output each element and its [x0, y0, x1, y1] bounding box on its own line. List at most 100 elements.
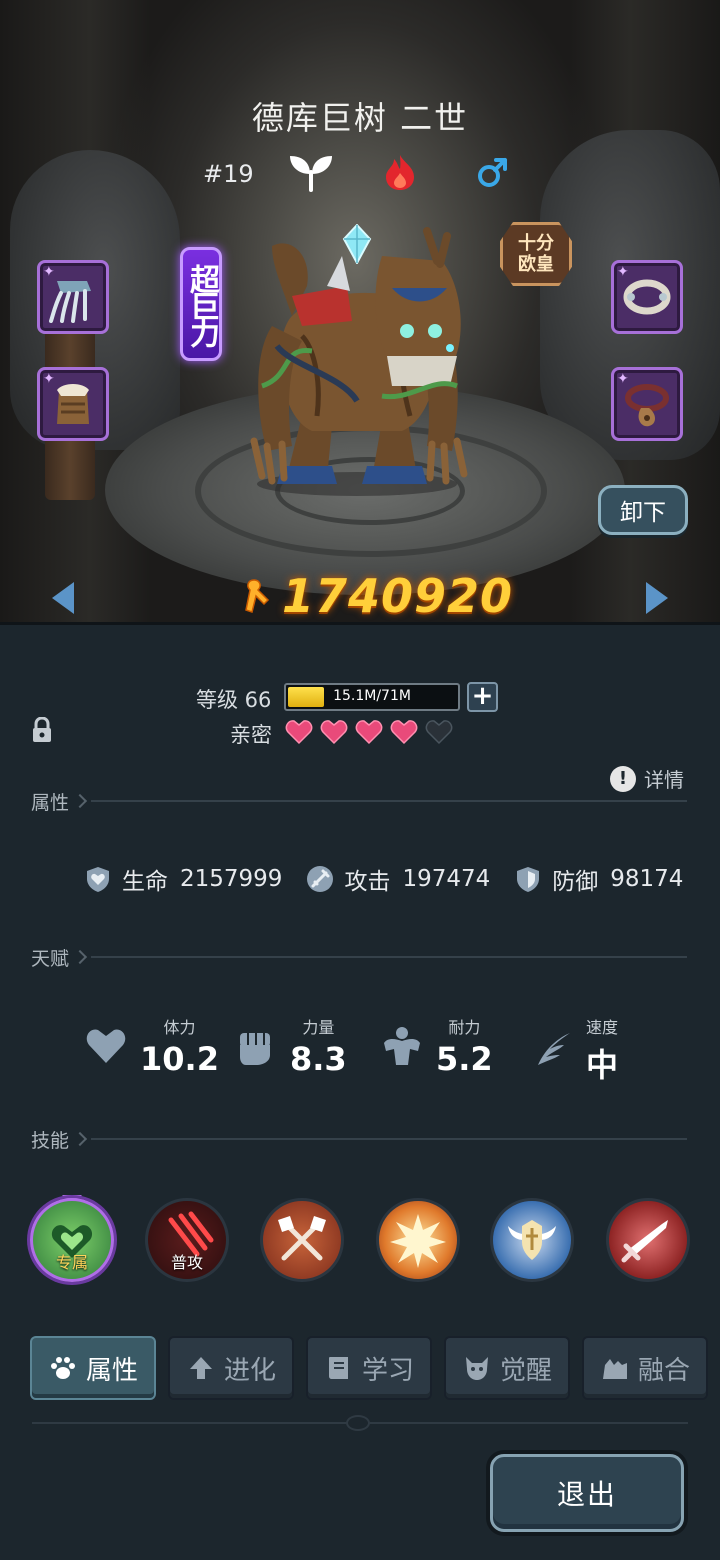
section-attributes-label: 属性 [31, 791, 70, 814]
stats-row: 生命 2157999 攻击 197474 防御 98174 [84, 862, 707, 896]
shield-icon [517, 867, 540, 892]
monster-name: 德库巨树 二世 [251, 99, 469, 137]
tab-learn-label: 学习 [361, 1355, 414, 1386]
fusion-icon [602, 1359, 627, 1379]
stat-defense-name: 防御 [552, 869, 599, 895]
luck-badge[interactable]: 十分欧皇 [500, 222, 572, 286]
talent-stamina-value: 10.2 [140, 1040, 219, 1078]
tab-evolve[interactable]: 进化 [170, 1338, 292, 1398]
winged-shield-icon [508, 1220, 556, 1260]
tab-fusion[interactable]: 融合 [584, 1338, 706, 1398]
section-divider [91, 1138, 687, 1140]
exp-text: 15.1M/71M [333, 688, 411, 704]
intimacy-label: 亲密 [230, 723, 272, 747]
section-skills-label: 技能 [31, 1129, 70, 1152]
monster-number: #19 [203, 160, 254, 188]
heart-icon [86, 1029, 126, 1063]
divider-ornament [346, 1415, 370, 1431]
tab-awaken-label: 觉醒 [499, 1355, 552, 1386]
skill-normal-attack-tag: 普攻 [170, 1253, 203, 1272]
crossed-axes-icon [278, 1216, 326, 1261]
skill-6[interactable] [606, 1198, 690, 1282]
talent-endurance-name: 耐力 [448, 1018, 481, 1037]
trait-badge[interactable]: 超巨力 [180, 247, 222, 361]
tab-learn[interactable]: 学习 [308, 1338, 430, 1398]
skill-3[interactable] [260, 1198, 344, 1282]
beast-head-icon [465, 1357, 488, 1380]
arrow-up-icon [189, 1357, 212, 1379]
skill-normal-attack[interactable]: 普攻 [145, 1198, 229, 1282]
luck-badge-text: 十分欧皇 [518, 233, 554, 275]
sparkle-icon: ✦ [43, 371, 55, 387]
talent-stamina-name: 体力 [163, 1018, 196, 1037]
talent-speed: 速度 中 [530, 1014, 618, 1086]
talent-endurance: 耐力 5.2 [380, 1014, 493, 1078]
exp-bar: 15.1M/71M [284, 683, 460, 711]
talent-strength-name: 力量 [302, 1018, 335, 1037]
level-label: 等级 66 [196, 688, 272, 712]
section-divider [91, 956, 687, 958]
talent-speed-value: 中 [586, 1046, 619, 1084]
leaf-icon[interactable] [288, 152, 334, 192]
combat-power: 1740920 [242, 566, 513, 626]
exit-button[interactable]: 退出 [490, 1454, 684, 1532]
section-talent-label: 天赋 [31, 947, 70, 970]
sparkle-icon: ✦ [43, 264, 55, 280]
section-talent: 天赋 [31, 942, 687, 972]
heart-filled-icon [390, 720, 418, 745]
fire-icon[interactable] [384, 153, 416, 191]
equipment-slot-armor[interactable]: ✦ [37, 367, 109, 441]
tab-evolve-label: 进化 [223, 1355, 276, 1386]
section-skills: 技能 [31, 1124, 687, 1154]
section-divider [91, 800, 687, 802]
section-attributes: 属性 [31, 786, 687, 816]
book-icon [328, 1357, 348, 1379]
equipment-slot-claw[interactable]: ✦ [37, 260, 109, 334]
skill-4[interactable] [376, 1198, 460, 1282]
fist-icon [240, 1033, 270, 1065]
stat-attack-value: 197474 [402, 866, 491, 892]
heart-shield-icon [87, 867, 109, 892]
heart-filled-icon [355, 720, 383, 745]
tab-fusion-label: 融合 [637, 1355, 690, 1386]
intimacy-hearts [285, 719, 453, 745]
skill-exclusive-tag: 专属 [55, 1253, 88, 1272]
muscle-icon [384, 1027, 420, 1065]
stat-hp: 生命 2157999 [84, 862, 282, 896]
skill-exclusive[interactable]: 专属 [30, 1198, 114, 1282]
sparkle-icon: ✦ [617, 264, 629, 280]
heart-filled-icon [285, 720, 313, 745]
chevron-right-icon [72, 793, 88, 809]
talent-endurance-value: 5.2 [436, 1040, 493, 1078]
explosion-icon [390, 1214, 446, 1268]
equipment-slot-necklace[interactable]: ✦ [611, 367, 683, 441]
bottom-tabs: 属性 进化 学习 觉醒 融合 [32, 1338, 706, 1398]
lock-icon[interactable] [31, 717, 53, 743]
talent-strength: 力量 8.3 [234, 1014, 347, 1078]
talent-strength-value: 8.3 [290, 1040, 347, 1078]
sparkle-icon: ✦ [617, 371, 629, 387]
sword-strike-icon [621, 1220, 668, 1263]
talent-stamina: 体力 10.2 [84, 1014, 219, 1078]
stat-defense: 防御 98174 [514, 862, 683, 896]
stat-attack-name: 攻击 [344, 869, 391, 895]
next-monster-arrow[interactable] [646, 582, 668, 614]
combat-power-value: 1740920 [282, 569, 514, 623]
level-up-button[interactable]: + [467, 682, 498, 712]
equipment-slot-collar[interactable]: ✦ [611, 260, 683, 334]
tab-awaken[interactable]: 觉醒 [446, 1338, 568, 1398]
unequip-button[interactable]: 卸下 [598, 485, 688, 535]
wing-icon [538, 1033, 570, 1065]
skill-5[interactable] [490, 1198, 574, 1282]
tree-monster-sprite[interactable] [232, 226, 482, 498]
sword-icon [307, 866, 334, 892]
stat-hp-name: 生命 [122, 869, 168, 895]
tab-attributes-label: 属性 [85, 1355, 138, 1386]
stat-attack: 攻击 197474 [306, 862, 490, 896]
tab-attributes[interactable]: 属性 [32, 1338, 154, 1398]
previous-monster-arrow[interactable] [52, 582, 74, 614]
male-icon [478, 158, 507, 187]
chevron-right-icon [72, 1131, 88, 1147]
talent-speed-name: 速度 [586, 1018, 619, 1037]
chevron-right-icon [72, 949, 88, 965]
